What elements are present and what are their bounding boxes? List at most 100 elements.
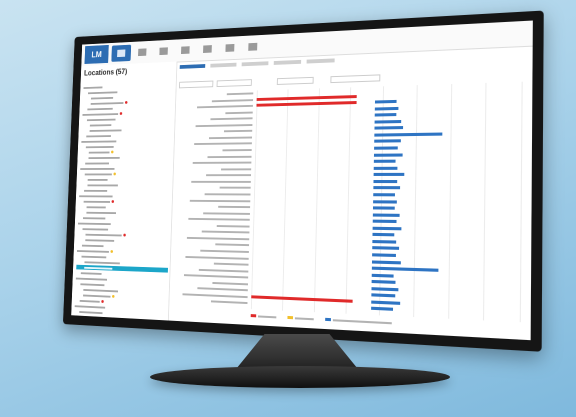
row-label <box>207 155 252 158</box>
tree-item[interactable] <box>81 149 172 155</box>
blue-bar <box>374 100 397 104</box>
blue-bar <box>374 126 404 130</box>
legend-label <box>294 316 314 320</box>
filter-4[interactable] <box>330 74 381 84</box>
status-dot <box>119 112 123 115</box>
row-label <box>182 293 248 299</box>
gridline <box>412 85 418 318</box>
tree-item[interactable] <box>80 160 171 165</box>
row-label <box>197 104 253 109</box>
row-label <box>201 230 250 234</box>
legend-item <box>250 313 277 319</box>
row-label <box>219 187 251 190</box>
monitor: LM Locations (57) <box>62 10 544 352</box>
blue-bar <box>372 213 400 217</box>
tree-item[interactable] <box>79 188 170 193</box>
blue-bar <box>374 119 401 124</box>
tab-5[interactable] <box>306 58 335 64</box>
status-dot <box>124 101 128 104</box>
blue-bar <box>374 139 401 144</box>
gridline <box>281 89 289 311</box>
gridline <box>483 82 487 321</box>
blue-bar <box>371 253 397 257</box>
nav-hub-button[interactable] <box>111 44 132 62</box>
tree-item[interactable] <box>80 177 171 182</box>
blue-bar <box>371 259 401 264</box>
bar-chart <box>171 81 528 335</box>
row-label <box>216 224 250 228</box>
row-label <box>215 243 250 247</box>
nav-settings-button[interactable] <box>197 40 218 58</box>
nav-more-button[interactable] <box>242 38 264 56</box>
row-label <box>213 262 249 266</box>
row-label <box>197 287 248 292</box>
nav-documents-button[interactable] <box>153 42 173 59</box>
row-label <box>189 199 251 202</box>
row-label <box>198 268 249 273</box>
blue-bar <box>371 266 438 272</box>
filter-3[interactable] <box>276 76 314 85</box>
tab-3[interactable] <box>241 61 269 67</box>
tree-item[interactable] <box>80 183 171 188</box>
red-bar <box>251 295 353 303</box>
blue-bar <box>372 233 395 237</box>
status-dot <box>123 233 126 237</box>
tools-icon <box>225 43 235 52</box>
row-label <box>195 123 253 127</box>
row-label <box>192 161 252 165</box>
tab-2[interactable] <box>210 62 237 68</box>
tree-item[interactable] <box>79 194 170 199</box>
filter-2[interactable] <box>216 79 252 88</box>
documents-icon <box>159 46 168 55</box>
tab-4[interactable] <box>273 59 302 65</box>
monitor-stand-base <box>150 366 450 388</box>
blue-bar <box>374 106 399 111</box>
status-dot <box>110 250 114 253</box>
status-dot <box>112 294 115 298</box>
red-bar <box>256 94 357 101</box>
tree-item[interactable] <box>81 155 172 160</box>
tree-item[interactable] <box>74 320 166 330</box>
blue-bar <box>372 199 398 204</box>
hub-icon <box>117 49 126 57</box>
row-label <box>221 168 252 171</box>
gridline <box>519 81 523 323</box>
blue-bar <box>373 179 398 183</box>
gridline <box>345 87 352 314</box>
blue-bar <box>373 159 396 163</box>
nav-people-button[interactable] <box>175 41 196 59</box>
row-label <box>222 149 252 152</box>
status-dot <box>113 172 116 176</box>
tree-item[interactable] <box>73 331 166 340</box>
tab-1[interactable] <box>179 64 206 69</box>
row-label <box>210 300 248 305</box>
legend-label <box>257 314 277 318</box>
legend-swatch <box>325 317 331 322</box>
row-label <box>225 111 253 114</box>
legend-swatch <box>287 315 294 320</box>
nav-tools-button[interactable] <box>219 39 240 57</box>
blue-bar <box>374 132 443 137</box>
nav-charts-button[interactable] <box>132 44 152 61</box>
row-label <box>208 136 253 140</box>
blue-bar <box>371 286 399 292</box>
gridline <box>447 84 452 319</box>
blue-bar <box>371 280 396 285</box>
row-label <box>186 236 250 241</box>
blue-bar <box>372 226 402 231</box>
row-label <box>183 274 249 279</box>
tree-item[interactable] <box>74 326 166 336</box>
blue-bar <box>372 246 399 251</box>
blue-bar <box>373 166 398 170</box>
row-label <box>212 281 249 286</box>
blue-bar <box>370 307 393 312</box>
location-tree <box>73 82 174 340</box>
filter-1[interactable] <box>179 80 214 89</box>
blue-bar <box>371 293 396 298</box>
row-label <box>226 92 254 96</box>
tree-item[interactable] <box>80 166 171 171</box>
legend-item <box>287 315 314 321</box>
tree-item[interactable] <box>80 171 171 176</box>
row-label <box>188 218 250 221</box>
row-label <box>210 117 253 121</box>
